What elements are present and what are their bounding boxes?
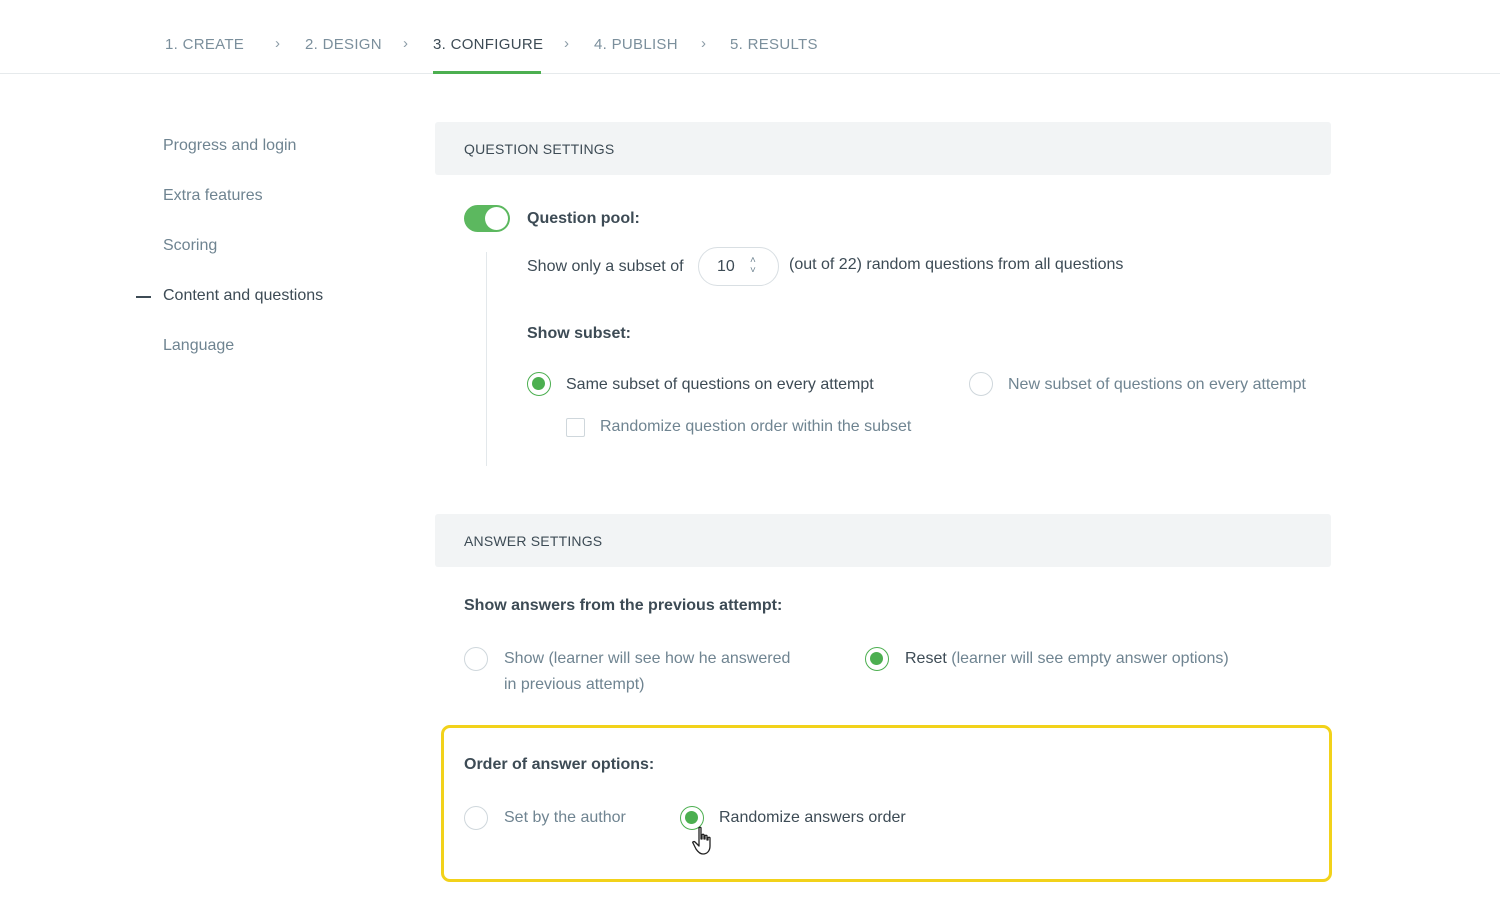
step-configure[interactable]: 3. CONFIGURE [433, 36, 543, 53]
randomize-answers-label: Randomize answers order [719, 809, 906, 826]
order-options-label: Order of answer options: [464, 756, 655, 773]
reset-strong: Reset [905, 650, 947, 667]
answer-settings-header: ANSWER SETTINGS [435, 514, 1331, 567]
question-settings-header: QUESTION SETTINGS [435, 122, 1331, 175]
subset-count-value: 10 [717, 258, 735, 275]
section-title: ANSWER SETTINGS [464, 533, 603, 549]
toggle-knob [485, 207, 508, 230]
show-subset-label: Show subset: [527, 325, 632, 342]
stepper-arrows-icon[interactable]: ˄ ˅ [750, 256, 756, 276]
chevron-right-icon: › [275, 35, 280, 52]
set-by-author-label: Set by the author [504, 809, 626, 826]
subset-count-stepper[interactable]: 10 ˄ ˅ [698, 247, 779, 286]
pool-indent-line [486, 252, 487, 466]
show-answers-label-line1: Show (learner will see how he answered [504, 650, 791, 667]
set-by-author-radio[interactable] [464, 806, 488, 830]
randomize-order-checkbox[interactable] [566, 418, 585, 437]
subset-suffix-text: (out of 22) random questions from all qu… [789, 256, 1124, 273]
section-title: QUESTION SETTINGS [464, 141, 615, 157]
same-subset-radio[interactable] [527, 372, 551, 396]
new-subset-label: New subset of questions on every attempt [1008, 376, 1306, 393]
step-publish[interactable]: 4. PUBLISH [594, 36, 678, 53]
new-subset-radio[interactable] [969, 372, 993, 396]
active-item-dash [136, 296, 151, 298]
chevron-right-icon: › [701, 35, 706, 52]
sidebar-item-progress-and-login[interactable]: Progress and login [163, 137, 296, 155]
question-pool-label: Question pool: [527, 210, 640, 227]
show-answers-label-line2: in previous attempt) [504, 676, 645, 693]
reset-description: (learner will see empty answer options) [951, 650, 1229, 667]
sidebar-item-extra-features[interactable]: Extra features [163, 187, 263, 205]
wizard-stepper: 1. CREATE › 2. DESIGN › 3. CONFIGURE › 4… [0, 0, 1500, 74]
chevron-right-icon: › [403, 35, 408, 52]
same-subset-label: Same subset of questions on every attemp… [566, 376, 874, 393]
step-results[interactable]: 5. RESULTS [730, 36, 818, 53]
sidebar-item-scoring[interactable]: Scoring [163, 237, 217, 255]
previous-attempt-label: Show answers from the previous attempt: [464, 597, 783, 614]
order-options-highlight [441, 725, 1332, 882]
sidebar-item-language[interactable]: Language [163, 337, 234, 355]
chevron-right-icon: › [564, 35, 569, 52]
step-design[interactable]: 2. DESIGN [305, 36, 382, 53]
show-answers-radio[interactable] [464, 647, 488, 671]
randomize-order-label: Randomize question order within the subs… [600, 418, 912, 435]
step-create[interactable]: 1. CREATE [165, 36, 244, 53]
reset-answers-radio[interactable] [865, 647, 889, 671]
subset-prefix-text: Show only a subset of [527, 258, 684, 275]
reset-answers-label: Reset (learner will see empty answer opt… [905, 650, 1229, 668]
active-step-indicator [433, 71, 541, 74]
sidebar-item-content-and-questions[interactable]: Content and questions [163, 287, 323, 305]
question-pool-toggle[interactable] [464, 205, 510, 232]
hand-cursor-icon [692, 826, 711, 855]
